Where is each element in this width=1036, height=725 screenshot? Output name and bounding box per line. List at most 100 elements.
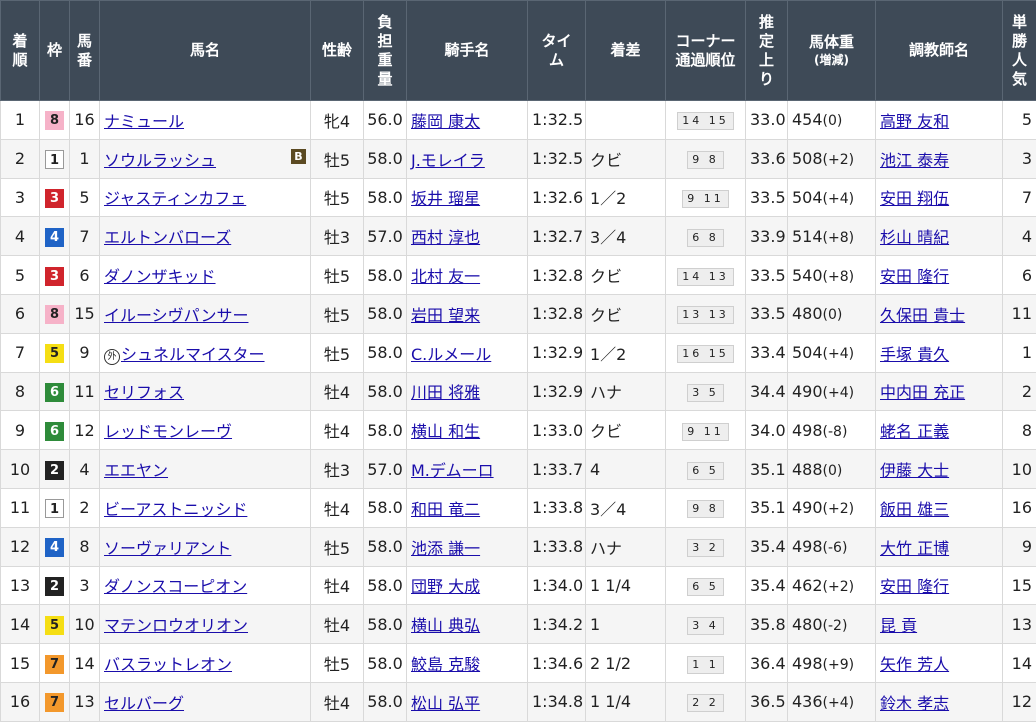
trainer-name-link[interactable]: 蛯名 正義 [880,422,949,441]
sexage-cell: 牡5 [310,332,364,373]
header-rank: 着順 [0,0,40,101]
table-row: 5 3 6 ダノンザキッド 牡5 58.0 北村 友一 1:32.8 クビ 14 13 33.5 54… [0,255,1036,295]
jockey-name-link[interactable]: C.ルメール [411,345,491,364]
jockey-name-link[interactable]: 坂井 瑠星 [411,189,480,208]
bodyweight-diff: (+2) [822,152,855,169]
bodyweight-value: 436 [792,692,823,712]
trainer-name-link[interactable]: 久保田 貴士 [880,306,965,325]
jockey-name-link[interactable]: 北村 友一 [411,267,480,286]
trainer-name-link[interactable]: 杉山 晴紀 [880,228,949,247]
jockey-name-link[interactable]: 和田 竜二 [411,500,480,519]
horse-name-link[interactable]: イルーシヴパンサー [104,306,248,325]
horse-name-link[interactable]: ジャスティンカフェ [104,189,246,208]
trainer-name-link[interactable]: 矢作 芳人 [880,655,949,674]
header-jockey: 騎手名 [406,0,528,101]
horse-name-link[interactable]: ダノンザキッド [104,267,216,286]
horse-name-link[interactable]: レッドモンレーヴ [104,422,232,441]
table-row: 2 1 1 ソウルラッシュ B 牡5 58.0 J.モレイラ 1:32.5 クビ 9 8 33.6 50… [0,138,1036,179]
horse-name-link[interactable]: シュネルマイスター [121,345,265,364]
jockey-cell: 鮫島 克駿 [406,643,528,683]
jockey-name-link[interactable]: J.モレイラ [411,151,485,170]
jockey-name-link[interactable]: 藤岡 康太 [411,112,480,131]
jockey-name-link[interactable]: 川田 将雅 [411,383,480,402]
jockey-name-link[interactable]: 横山 和生 [411,422,480,441]
trainer-name-link[interactable]: 伊藤 大士 [880,461,949,480]
waku-badge: 2 [45,460,64,480]
trainer-name-link[interactable]: 飯田 雄三 [880,500,949,519]
waku-cell: 1 [39,487,70,528]
jockey-cell: 川田 将雅 [406,371,528,412]
trainer-name-link[interactable]: 中内田 充正 [880,383,965,402]
umaban-cell: 13 [69,681,100,722]
bodyweight-cell: 490(+2) [787,487,876,528]
rank-cell: 9 [0,410,40,451]
weight-cell: 58.0 [363,410,407,451]
horse-cell: セリフォス [99,371,311,412]
horse-name-link[interactable]: ビーアストニッシド [104,500,247,519]
horse-name-link[interactable]: マテンロウオリオン [104,616,248,635]
trainer-name-link[interactable]: 手塚 貴久 [880,345,949,364]
rank-cell: 14 [0,604,40,645]
table-row: 11 1 2 ビーアストニッシド 牡4 58.0 和田 竜二 1:33.8 3／4 9 8 35.1… [0,487,1036,528]
weight-cell: 58.0 [363,487,407,528]
bodyweight-value: 462 [792,575,823,595]
rank-cell: 4 [0,216,40,257]
trainer-cell: 昆 貢 [875,604,1003,645]
header-waku: 枠 [39,0,70,101]
horse-name-link[interactable]: ナミュール [104,112,184,131]
jockey-name-link[interactable]: 横山 典弘 [411,616,480,635]
corner-cell: 9 11 [665,410,746,451]
trainer-name-link[interactable]: 池江 泰寿 [880,151,949,170]
trainer-name-link[interactable]: 安田 翔伍 [880,189,949,208]
umaban-cell: 8 [69,526,100,567]
trainer-cell: 手塚 貴久 [875,332,1003,373]
trainer-name-link[interactable]: 安田 隆行 [880,267,949,286]
jockey-name-link[interactable]: 岩田 望来 [411,306,480,325]
jockey-name-link[interactable]: 団野 大成 [411,577,480,596]
sexage-cell: 牡4 [310,681,364,722]
horse-name-link[interactable]: セルバーグ [104,694,184,713]
bodyweight-cell: 504(+4) [787,332,876,373]
trainer-name-link[interactable]: 鈴木 孝志 [880,694,949,713]
agari-cell: 35.1 [745,487,788,528]
corner-cell: 3 2 [665,526,746,567]
trainer-name-link[interactable]: 大竹 正博 [880,539,949,558]
jockey-name-link[interactable]: 鮫島 克駿 [411,655,480,674]
table-row: 12 4 8 ソーヴァリアント 牡5 58.0 池添 謙一 1:33.8 ハナ 3 2 35.4 49… [0,526,1036,567]
trainer-name-link[interactable]: 昆 貢 [880,616,917,635]
horse-cell: レッドモンレーヴ [99,410,311,451]
corner-positions: 3 5 [687,383,724,402]
jockey-name-link[interactable]: M.デムーロ [411,461,494,480]
margin-cell: クビ [585,410,666,451]
horse-name-link[interactable]: エエヤン [104,461,168,480]
jockey-cell: 松山 弘平 [406,681,528,722]
horse-name-link[interactable]: エルトンバローズ [104,228,231,247]
horse-name-link[interactable]: ソーヴァリアント [104,539,231,558]
jockey-cell: 池添 謙一 [406,526,528,567]
bodyweight-cell: 504(+4) [787,177,876,218]
margin-cell: ハナ [585,526,666,567]
waku-badge: 4 [45,227,64,247]
bodyweight-cell: 508(+2) [787,138,876,179]
waku-badge: 1 [45,498,64,518]
trainer-name-link[interactable]: 高野 友和 [880,112,949,131]
horse-name-link[interactable]: ダノンスコーピオン [104,577,247,596]
waku-badge: 6 [45,382,64,402]
agari-cell: 34.0 [745,410,788,451]
jockey-name-link[interactable]: 池添 謙一 [411,539,480,558]
corner-positions: 14 13 [677,267,734,286]
popularity-cell: 10 [1002,449,1036,489]
corner-cell: 9 8 [665,487,746,528]
horse-cell: ナミュール [99,100,311,140]
weight-cell: 57.0 [363,449,407,489]
popularity-cell: 11 [1002,293,1036,334]
sexage-cell: 牡5 [310,138,364,179]
horse-name-link[interactable]: セリフォス [104,383,184,402]
horse-cell: マテンロウオリオン [99,604,311,645]
horse-name-link[interactable]: ソウルラッシュ [104,151,216,170]
trainer-name-link[interactable]: 安田 隆行 [880,577,949,596]
table-row: 16 7 13 セルバーグ 牡4 58.0 松山 弘平 1:34.8 1 1/4 2 2 36.5 4… [0,681,1036,722]
jockey-name-link[interactable]: 西村 淳也 [411,228,480,247]
horse-name-link[interactable]: バスラットレオン [104,655,232,674]
jockey-name-link[interactable]: 松山 弘平 [411,694,480,713]
